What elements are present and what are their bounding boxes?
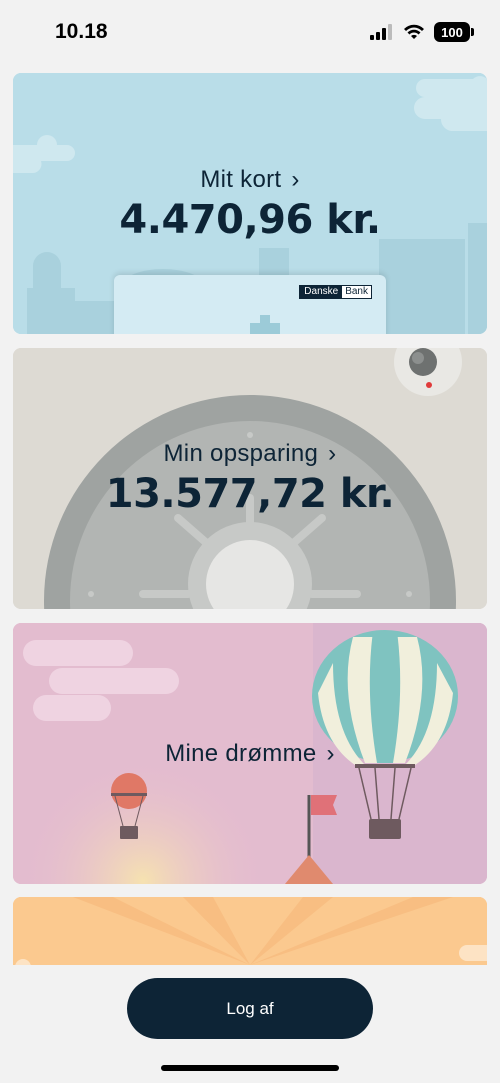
status-time: 10.18 bbox=[55, 20, 108, 43]
signal-icon bbox=[370, 24, 392, 40]
battery-level: 100 bbox=[441, 24, 463, 40]
card-next-peek[interactable] bbox=[13, 897, 487, 965]
danske-bank-logo: Danske Bank bbox=[299, 285, 372, 299]
card-mit-kort[interactable]: Mit kort › 4.470,96 kr. Danske Bank debit bbox=[13, 73, 487, 334]
chevron-right-icon: › bbox=[326, 740, 335, 767]
card-label-min-opsparing: Min opsparing › bbox=[13, 440, 487, 468]
bank-logo-right: Bank bbox=[342, 286, 371, 298]
balance-mit-kort: 4.470,96 kr. bbox=[119, 197, 381, 243]
card-title-min-opsparing: Min opsparing bbox=[163, 440, 319, 467]
status-bar: 10.18 100 bbox=[0, 0, 500, 66]
card-building-icon bbox=[250, 315, 280, 334]
logout-button[interactable]: Log af bbox=[127, 978, 373, 1039]
chevron-right-icon: › bbox=[291, 166, 300, 193]
card-label-mine-droemme: Mine drømme › bbox=[13, 740, 487, 768]
home-indicator[interactable] bbox=[161, 1065, 339, 1071]
sunrays-illustration bbox=[13, 897, 487, 965]
battery-icon: 100 bbox=[434, 22, 474, 42]
debit-card-image: Danske Bank debit bbox=[114, 275, 386, 334]
chevron-right-icon: › bbox=[328, 440, 337, 467]
bank-logo-left: Danske bbox=[300, 286, 343, 298]
card-mine-droemme[interactable]: Mine drømme › bbox=[13, 623, 487, 884]
balance-min-opsparing: 13.577,72 kr. bbox=[105, 471, 395, 517]
wifi-icon bbox=[404, 24, 424, 39]
status-icons: 100 bbox=[370, 22, 474, 42]
card-title-mine-droemme: Mine drømme bbox=[165, 740, 317, 767]
card-title-mit-kort: Mit kort bbox=[200, 166, 282, 193]
card-min-opsparing[interactable]: Min opsparing › 13.577,72 kr. bbox=[13, 348, 487, 609]
card-label-mit-kort: Mit kort › bbox=[13, 166, 487, 194]
